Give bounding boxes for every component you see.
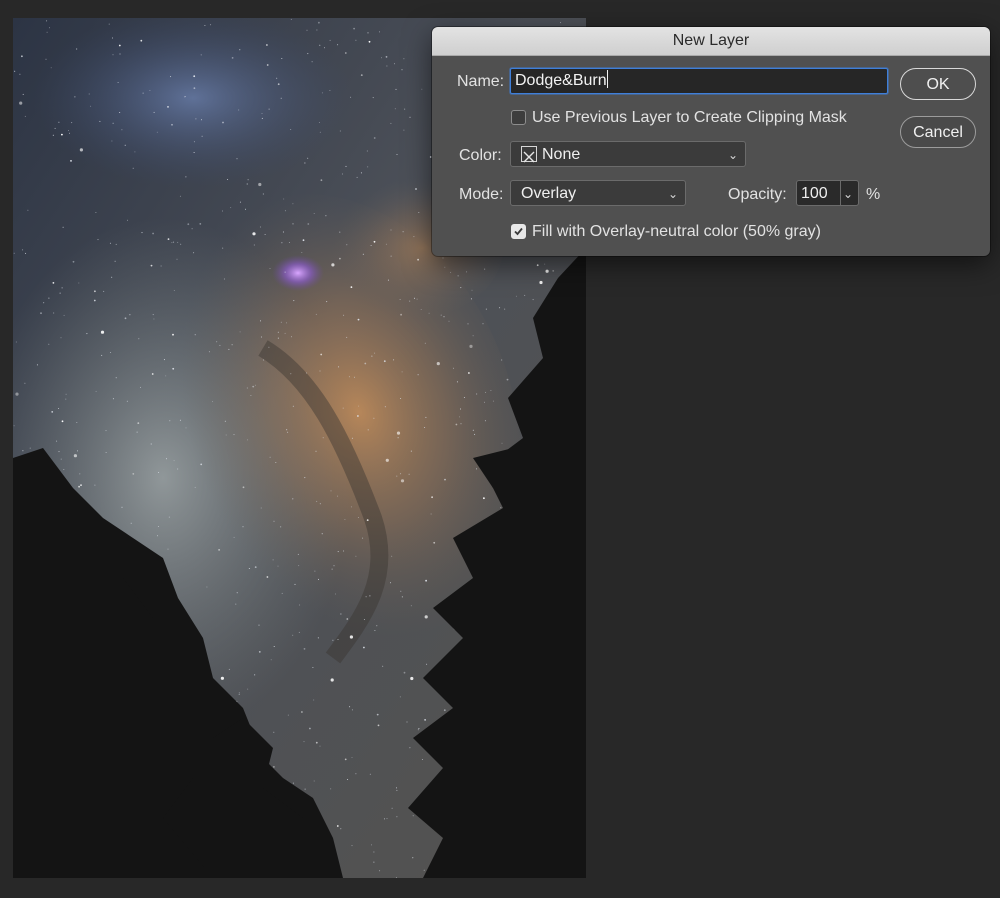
ok-button[interactable]: OK: [900, 68, 976, 100]
chevron-down-icon: ⌄: [667, 187, 678, 201]
chevron-down-icon: ⌄: [727, 148, 738, 162]
opacity-field[interactable]: 100 ⌄: [796, 180, 859, 206]
text-caret: [606, 70, 608, 88]
mode-label: Mode:: [459, 186, 504, 203]
opacity-label: Opacity:: [728, 186, 787, 203]
mode-select-value: Overlay: [521, 185, 577, 202]
cancel-button[interactable]: Cancel: [900, 116, 976, 148]
opacity-unit: %: [866, 186, 881, 203]
opacity-value: 100: [801, 185, 828, 202]
dialog-title: New Layer: [672, 32, 750, 49]
name-label: Name:: [457, 73, 505, 90]
name-input-value: Dodge&Burn: [515, 72, 607, 89]
fill-neutral-checkbox[interactable]: [511, 224, 526, 239]
color-label: Color:: [459, 147, 502, 164]
dialog-titlebar[interactable]: New Layer: [432, 27, 990, 56]
fill-neutral-label[interactable]: Fill with Overlay-neutral color (50% gra…: [532, 222, 821, 242]
no-color-x-icon: [521, 146, 537, 163]
clipping-mask-label[interactable]: Use Previous Layer to Create Clipping Ma…: [532, 108, 847, 128]
chevron-down-icon[interactable]: ⌄: [843, 181, 853, 207]
color-select-value: None: [542, 146, 581, 163]
name-input[interactable]: Dodge&Burn: [510, 68, 888, 94]
color-select[interactable]: None ⌄: [510, 141, 746, 167]
new-layer-dialog: New Layer Name: Dodge&Burn Use Previous …: [432, 27, 990, 256]
opacity-divider: [840, 181, 841, 205]
clipping-mask-checkbox[interactable]: [511, 110, 526, 125]
checkmark-icon: [514, 227, 523, 236]
mode-select[interactable]: Overlay ⌄: [510, 180, 686, 206]
